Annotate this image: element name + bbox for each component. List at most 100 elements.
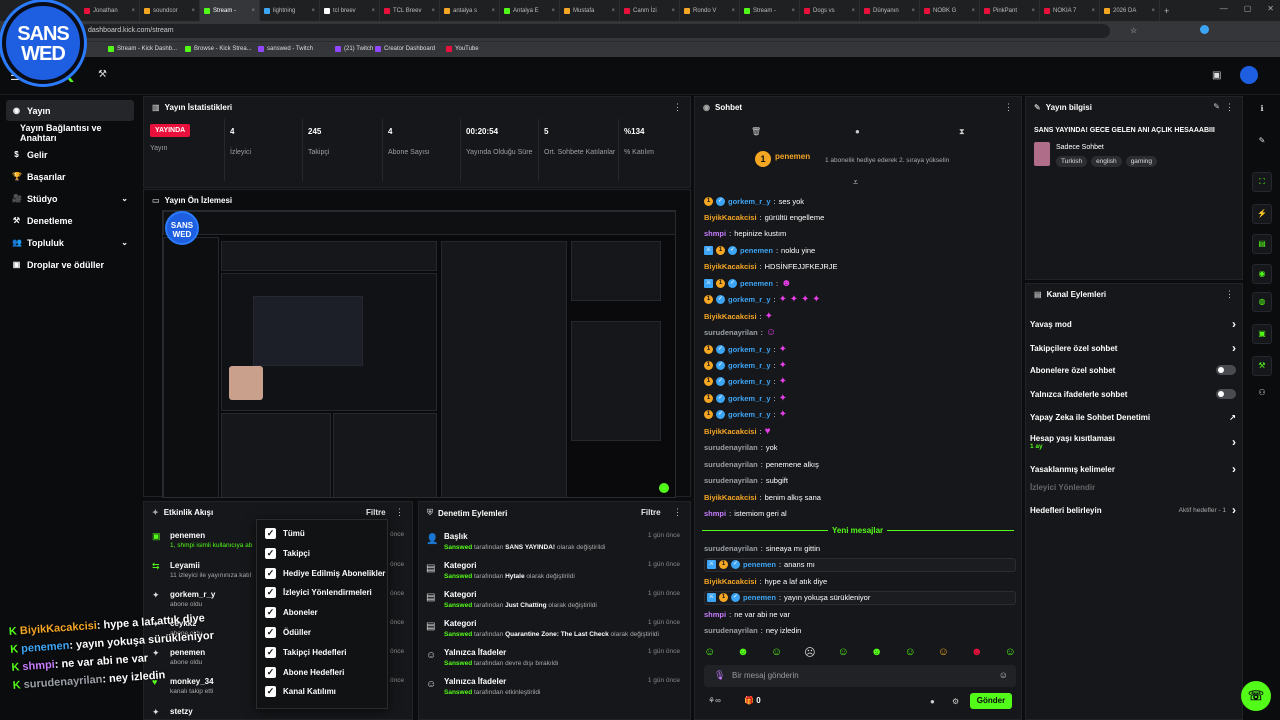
chat-input[interactable]: Bir mesaj gönderin [732, 671, 799, 680]
tag-chip[interactable]: Turkish [1056, 156, 1088, 167]
close-tab-icon[interactable]: × [731, 8, 735, 14]
chat-username[interactable]: BiyikKacakcisi [704, 577, 757, 586]
url-input[interactable]: dashboard.kick.com/stream [80, 24, 1110, 38]
chevron-down-icon[interactable]: ⌄ [121, 238, 128, 247]
quick-emote-icon[interactable]: ☺ [771, 646, 782, 662]
chat-username[interactable]: surudenayrilan [704, 544, 758, 553]
chat-username[interactable]: shmpi [704, 229, 726, 238]
checkbox-checked-icon[interactable]: ✓ [265, 567, 276, 579]
browser-tab[interactable]: Mustafa × [560, 0, 620, 21]
channel-action-item[interactable]: Yapay Zeka ile Sohbet Denetimi ↗ [1030, 413, 1236, 422]
checkbox-checked-icon[interactable]: ✓ [265, 646, 276, 658]
hourglass-icon[interactable]: ⧗ [959, 127, 965, 137]
mod-user[interactable]: Sanswed [444, 689, 472, 696]
mic-icon[interactable]: 🎙 [714, 670, 725, 681]
nav-item[interactable]: 🏆 Başarılar [6, 166, 134, 187]
filter-option[interactable]: ✓ Ödüller [265, 627, 311, 638]
chevron-right-icon[interactable]: › [1232, 503, 1236, 517]
quick-emote-icon[interactable]: ☻ [737, 646, 749, 662]
channel-action-item[interactable]: Yavaş mod › [1030, 317, 1236, 331]
chat-username[interactable]: penemen [743, 560, 776, 569]
rail-icon[interactable]: ⚒ [1252, 356, 1272, 376]
layout-icon[interactable]: ▣ [1212, 70, 1221, 81]
close-tab-icon[interactable]: × [671, 8, 675, 14]
rail-icon[interactable]: ℹ [1252, 100, 1272, 120]
more-icon[interactable]: ⋮ [1225, 289, 1234, 300]
browser-tab[interactable]: Canm İzi × [620, 0, 680, 21]
tag-chip[interactable]: gaming [1125, 156, 1158, 167]
browser-tab[interactable]: TCL Breev × [380, 0, 440, 21]
mod-user[interactable]: Sanswed [444, 544, 472, 551]
browser-tab[interactable]: 2026 DA × [1100, 0, 1160, 21]
mod-user[interactable]: Sanswed [444, 573, 472, 580]
bookmark-item[interactable]: Creator Dashboard [375, 46, 435, 52]
channel-action-item[interactable]: Hedefleri belirleyin Aktif hedefler - 1 › [1030, 503, 1236, 517]
close-tab-icon[interactable]: × [311, 8, 315, 14]
chat-settings-icon[interactable]: ● [930, 697, 935, 706]
more-icon[interactable]: ⋮ [673, 507, 682, 518]
rail-icon[interactable]: ⚡ [1252, 204, 1272, 224]
channel-action-item[interactable]: Yalnızca ifadelerle sohbet [1030, 389, 1236, 399]
chat-username[interactable]: BiyikKacakcisi [704, 493, 757, 502]
chat-username[interactable]: gorkem_r_y [728, 394, 771, 403]
chat-username[interactable]: surudenayrilan [704, 443, 758, 452]
channel-action-item[interactable]: Abonelere özel sohbet [1030, 365, 1236, 375]
chat-username[interactable]: surudenayrilan [704, 460, 758, 469]
chat-username[interactable]: BiyikKacakcisi [704, 312, 757, 321]
browser-tab[interactable]: Stream - × [740, 0, 800, 21]
chat-username[interactable]: BiyikKacakcisi [704, 262, 757, 271]
nav-item[interactable]: 👥 Topluluk ⌄ [6, 232, 134, 253]
quick-emote-icon[interactable]: ☺ [905, 646, 916, 662]
close-tab-icon[interactable]: × [611, 8, 615, 14]
new-tab-button[interactable]: + [1160, 0, 1176, 21]
chat-input-box[interactable]: 🎙 Bir mesaj gönderin ☺ [704, 665, 1016, 687]
browser-tab[interactable]: PinkPant × [980, 0, 1040, 21]
close-tab-icon[interactable]: × [971, 8, 975, 14]
star-icon[interactable]: ☆ [1130, 26, 1137, 35]
close-tab-icon[interactable]: × [1151, 8, 1155, 14]
rail-icon[interactable]: ⛶ [1252, 172, 1272, 192]
rail-icon[interactable]: ▣ [1252, 324, 1272, 344]
checkbox-checked-icon[interactable]: ✓ [265, 627, 276, 638]
filter-option[interactable]: ✓ Tümü [265, 528, 305, 539]
bookmark-item[interactable]: sanswed - Twitch [258, 46, 313, 52]
browser-tab[interactable]: Rondo V × [680, 0, 740, 21]
close-tab-icon[interactable]: × [191, 8, 195, 14]
filter-option[interactable]: ✓ Takipçi [265, 547, 310, 559]
mod-user[interactable]: Sanswed [444, 660, 472, 667]
infinity-icon[interactable]: ⚘∞ [708, 696, 721, 705]
chat-username[interactable]: surudenayrilan [704, 476, 758, 485]
filter-option[interactable]: ✓ Aboneler [265, 607, 318, 619]
nav-item[interactable]: 🎥 Stüdyo ⌄ [6, 188, 134, 209]
chat-username[interactable]: penemen [743, 593, 776, 602]
close-tab-icon[interactable]: × [911, 8, 915, 14]
profile-avatar[interactable] [1200, 25, 1209, 34]
filter-option[interactable]: ✓ Hediye Edilmiş Abonelikler [265, 567, 385, 579]
filter-option[interactable]: ✓ Abone Hedefleri [265, 666, 344, 678]
chat-username[interactable]: gorkem_r_y [728, 361, 771, 370]
browser-tab[interactable]: NOKIA 7 × [1040, 0, 1100, 21]
mod-user[interactable]: Sanswed [444, 602, 472, 609]
chat-username[interactable]: BiyikKacakcisi [704, 213, 757, 222]
browser-tab[interactable]: tcl breev × [320, 0, 380, 21]
browser-tab[interactable]: NOBK G × [920, 0, 980, 21]
chat-username[interactable]: gorkem_r_y [728, 377, 771, 386]
send-button[interactable]: Gönder [970, 693, 1012, 709]
more-icon[interactable]: ⋮ [395, 507, 404, 518]
mod-user[interactable]: Sanswed [444, 631, 472, 638]
checkbox-checked-icon[interactable]: ✓ [265, 666, 276, 678]
close-tab-icon[interactable]: × [131, 8, 135, 14]
close-tab-icon[interactable]: × [851, 8, 855, 14]
browser-tab[interactable]: antalya s × [440, 0, 500, 21]
close-tab-icon[interactable]: × [491, 8, 495, 14]
browser-tab[interactable]: Dünyanın × [860, 0, 920, 21]
chat-icon[interactable]: ● [855, 127, 860, 136]
support-chat-icon[interactable]: ☏ [1241, 681, 1271, 711]
chat-username[interactable]: surudenayrilan [704, 328, 758, 337]
chevron-right-icon[interactable]: › [1232, 341, 1236, 355]
chat-username[interactable]: penemen [740, 246, 773, 255]
quick-emote-icon[interactable]: ☺ [704, 646, 715, 662]
toggle-switch[interactable] [1216, 365, 1236, 375]
emoji-icon[interactable]: ☺ [999, 670, 1008, 680]
close-tab-icon[interactable]: × [251, 8, 255, 14]
